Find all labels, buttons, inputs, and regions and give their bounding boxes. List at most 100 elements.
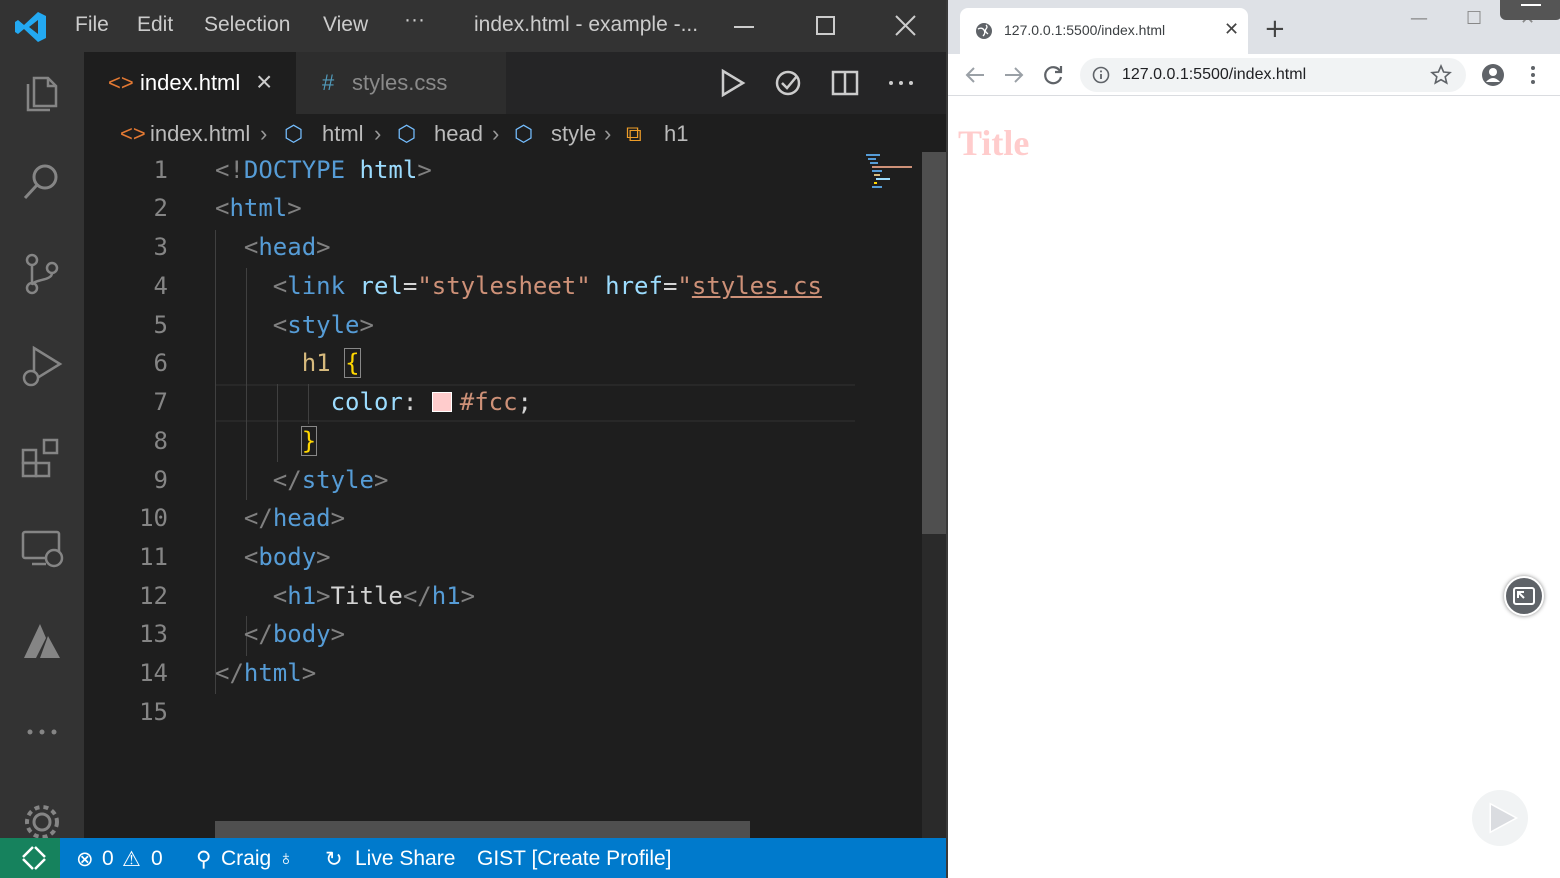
play-overlay-button[interactable] bbox=[1472, 790, 1528, 846]
minimize-icon[interactable] bbox=[728, 10, 760, 42]
code-text: <head> bbox=[243, 233, 331, 261]
code-line: 7 color: #fcc; bbox=[84, 384, 856, 422]
extensions-icon[interactable] bbox=[18, 434, 66, 482]
editor-area: <> index.html × # styles.css <> index.ht… bbox=[84, 52, 946, 838]
line-number: 2 bbox=[153, 194, 168, 222]
css-file-icon: # bbox=[322, 70, 335, 95]
menu-view[interactable]: View bbox=[323, 13, 368, 37]
maximize-icon[interactable] bbox=[809, 10, 841, 42]
picture-in-picture-button[interactable] bbox=[1504, 576, 1544, 616]
line-number: 6 bbox=[153, 349, 168, 377]
remote-indicator[interactable] bbox=[0, 838, 60, 878]
browser-tab[interactable]: 127.0.0.1:5500/index.html ✕ bbox=[960, 8, 1248, 54]
maximize-icon[interactable]: ☐ bbox=[1466, 8, 1482, 29]
line-number: 7 bbox=[153, 388, 168, 416]
element-icon: ⬡ bbox=[397, 121, 417, 146]
element-icon: ⬡ bbox=[284, 121, 304, 146]
menu-selection[interactable]: Selection bbox=[204, 13, 290, 37]
page-viewport: Title bbox=[948, 96, 1560, 878]
profile-icon[interactable] bbox=[1480, 62, 1506, 88]
code-text: <style> bbox=[272, 311, 374, 339]
code-line: 3 <head> bbox=[84, 229, 856, 267]
chevron-right-icon: › bbox=[260, 121, 268, 146]
code-line: 2 <html> bbox=[84, 190, 856, 228]
window-title: index.html - example -... bbox=[474, 13, 699, 36]
menu-edit[interactable]: Edit bbox=[137, 13, 173, 37]
minimap[interactable] bbox=[856, 152, 922, 838]
breadcrumb-item-file[interactable]: index.html bbox=[150, 121, 250, 147]
breadcrumb-item-style[interactable]: style bbox=[551, 121, 596, 147]
code-text: } bbox=[300, 426, 318, 456]
close-tab-icon[interactable]: ✕ bbox=[1224, 19, 1239, 40]
live-share-button[interactable]: Live Share bbox=[355, 847, 455, 871]
open-preview-icon[interactable] bbox=[771, 66, 805, 100]
breadcrumb: <> index.html › ⬡ html › ⬡ head › ⬡ styl… bbox=[84, 114, 946, 154]
tab-styles-css[interactable]: # styles.css bbox=[296, 52, 506, 114]
menu-file[interactable]: File bbox=[75, 13, 109, 37]
code-line: 6 h1 { bbox=[84, 345, 856, 383]
color-swatch[interactable] bbox=[431, 392, 452, 412]
scrollbar-thumb[interactable] bbox=[922, 152, 946, 534]
search-icon[interactable] bbox=[18, 158, 66, 206]
gist-button[interactable]: GIST [Create Profile] bbox=[477, 847, 672, 871]
kebab-menu-icon[interactable] bbox=[1520, 62, 1546, 88]
address-bar[interactable]: 127.0.0.1:5500/index.html bbox=[1080, 58, 1466, 92]
warning-count[interactable]: 0 bbox=[151, 847, 163, 871]
vscode-logo-icon[interactable] bbox=[14, 10, 48, 44]
split-editor-icon[interactable] bbox=[828, 66, 862, 100]
error-count[interactable]: 0 bbox=[102, 847, 114, 871]
code-line: 15 bbox=[84, 694, 856, 732]
new-tab-icon[interactable]: + bbox=[1264, 14, 1286, 44]
code-editor[interactable]: 1 <!DOCTYPE html> 2 <html> 3 <head> 4 <l… bbox=[84, 152, 856, 838]
azure-icon[interactable] bbox=[18, 618, 66, 666]
url-text[interactable]: 127.0.0.1:5500/index.html bbox=[1122, 66, 1306, 84]
line-number: 9 bbox=[153, 466, 168, 494]
tab-index-html[interactable]: <> index.html × bbox=[84, 52, 296, 114]
run-icon[interactable] bbox=[715, 66, 749, 100]
source-control-icon[interactable] bbox=[18, 250, 66, 298]
globe-icon bbox=[976, 23, 992, 39]
close-icon[interactable] bbox=[889, 10, 921, 42]
line-number: 10 bbox=[139, 504, 168, 532]
back-icon[interactable] bbox=[962, 62, 988, 88]
line-number: 4 bbox=[153, 272, 168, 300]
breadcrumb-item-html[interactable]: html bbox=[322, 121, 364, 147]
warning-icon[interactable]: ⚠ bbox=[122, 847, 141, 872]
line-number: 1 bbox=[153, 156, 168, 184]
menu-button[interactable] bbox=[1500, 0, 1560, 20]
more-actions-icon[interactable] bbox=[884, 66, 918, 100]
menu-more[interactable]: ··· bbox=[404, 8, 425, 32]
minimize-icon[interactable]: — bbox=[1410, 8, 1428, 29]
code-line: 13 </body> bbox=[84, 616, 856, 654]
horizontal-scrollbar[interactable] bbox=[215, 821, 750, 838]
vscode-window: File Edit Selection View ··· index.html … bbox=[0, 0, 946, 878]
editor-tabs: <> index.html × # styles.css bbox=[84, 52, 946, 114]
line-number: 8 bbox=[153, 427, 168, 455]
line-number: 14 bbox=[139, 659, 168, 687]
explorer-icon[interactable] bbox=[18, 68, 66, 116]
reload-icon[interactable] bbox=[1040, 62, 1066, 88]
code-line: 8 } bbox=[84, 423, 856, 461]
browser-tab-title: 127.0.0.1:5500/index.html bbox=[1004, 22, 1166, 38]
info-icon[interactable] bbox=[1092, 66, 1110, 84]
run-debug-icon[interactable] bbox=[18, 342, 66, 390]
code-text: </body> bbox=[243, 620, 346, 648]
hamburger-icon bbox=[1521, 4, 1541, 6]
code-text: </head> bbox=[243, 504, 346, 532]
vertical-scrollbar[interactable] bbox=[922, 152, 946, 838]
code-text: <html> bbox=[215, 194, 302, 222]
remote-explorer-icon[interactable] bbox=[18, 526, 66, 574]
forward-icon[interactable] bbox=[1001, 62, 1027, 88]
bookmark-star-icon[interactable] bbox=[1430, 64, 1452, 86]
code-text: color: #fcc; bbox=[330, 388, 532, 416]
breadcrumb-item-head[interactable]: head bbox=[434, 121, 483, 147]
code-text: </html> bbox=[215, 659, 317, 687]
code-text: <h1>Title</h1> bbox=[272, 582, 476, 610]
user-name[interactable]: Craig bbox=[221, 847, 271, 871]
breadcrumb-item-h1[interactable]: h1 bbox=[664, 121, 688, 147]
badge-icon: ♁ bbox=[278, 847, 294, 870]
more-icon[interactable] bbox=[18, 708, 66, 756]
browser-window: 127.0.0.1:5500/index.html ✕ + — ☐ ✕ 127.… bbox=[946, 0, 1560, 878]
close-tab-icon[interactable]: × bbox=[256, 66, 272, 98]
error-icon[interactable]: ⊗ bbox=[76, 847, 94, 872]
